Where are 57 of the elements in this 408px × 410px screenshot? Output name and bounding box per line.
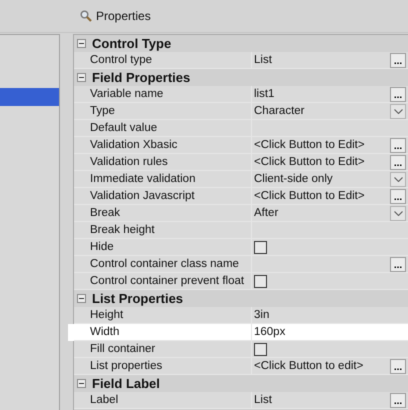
checkbox[interactable] bbox=[254, 274, 267, 288]
property-value[interactable]: <Click Button to edit> bbox=[254, 360, 364, 372]
property-label: Fill container bbox=[90, 343, 156, 355]
checkbox[interactable] bbox=[254, 342, 267, 356]
ellipsis-button[interactable]: ... bbox=[390, 154, 406, 170]
dropdown-button[interactable] bbox=[390, 172, 406, 186]
property-label: Immediate validation bbox=[90, 173, 196, 185]
property-label: Default value bbox=[90, 122, 158, 134]
property-label: Control container class name bbox=[90, 258, 239, 270]
dropdown-button[interactable] bbox=[390, 104, 406, 118]
collapse-icon[interactable] bbox=[77, 39, 86, 48]
ellipsis-button[interactable]: ... bbox=[390, 256, 406, 272]
property-label: Break height bbox=[90, 224, 155, 236]
chevron-down-icon bbox=[394, 210, 402, 216]
dropdown-button[interactable] bbox=[390, 206, 406, 220]
property-value[interactable]: <Click Button to Edit> bbox=[254, 190, 365, 202]
collapse-icon[interactable] bbox=[77, 294, 86, 303]
property-value[interactable]: After bbox=[254, 207, 278, 219]
section-title: Field Label bbox=[91, 376, 160, 391]
property-label: Height bbox=[90, 309, 124, 321]
property-label: Type bbox=[90, 105, 115, 117]
ellipsis-button[interactable]: ... bbox=[390, 138, 406, 152]
chevron-down-icon bbox=[394, 176, 402, 182]
property-label: Hide bbox=[90, 241, 114, 253]
property-label: List properties bbox=[90, 360, 162, 372]
section-title: Field Properties bbox=[91, 70, 190, 85]
property-label: Control type bbox=[90, 54, 152, 66]
property-label: Validation Javascript bbox=[90, 190, 195, 202]
section-title: List Properties bbox=[91, 291, 184, 306]
ellipsis-button[interactable]: ... bbox=[390, 392, 406, 408]
ellipsis-button[interactable]: ... bbox=[390, 188, 406, 204]
collapse-icon[interactable] bbox=[77, 379, 86, 388]
property-label: Validation rules bbox=[90, 156, 168, 168]
panel-title: Properties bbox=[96, 9, 151, 23]
property-value[interactable]: List bbox=[254, 394, 272, 406]
property-value[interactable]: <Click Button to Edit> bbox=[254, 156, 365, 168]
ellipsis-button[interactable]: ... bbox=[390, 52, 406, 68]
property-label: Control container prevent float bbox=[90, 275, 244, 287]
property-label: Break bbox=[90, 207, 120, 219]
property-value[interactable]: List bbox=[254, 54, 272, 66]
ellipsis-button[interactable]: ... bbox=[390, 86, 406, 102]
property-label: Validation Xbasic bbox=[90, 139, 178, 151]
property-label: Label bbox=[90, 394, 118, 406]
property-value[interactable]: Character bbox=[254, 105, 304, 117]
property-value[interactable]: 160px bbox=[254, 326, 286, 338]
search-icon bbox=[80, 10, 92, 22]
property-value[interactable]: 3in bbox=[254, 309, 270, 321]
property-label: Width bbox=[90, 326, 120, 338]
section-title: Control Type bbox=[91, 36, 172, 51]
property-value[interactable]: list1 bbox=[254, 88, 274, 100]
collapse-icon[interactable] bbox=[77, 73, 86, 82]
chevron-down-icon bbox=[394, 108, 402, 114]
ellipsis-button[interactable]: ... bbox=[390, 358, 406, 374]
property-label: Variable name bbox=[90, 88, 164, 100]
property-value[interactable]: Client-side only bbox=[254, 173, 333, 185]
property-value[interactable]: <Click Button to Edit> bbox=[254, 139, 365, 151]
checkbox[interactable] bbox=[254, 240, 267, 254]
